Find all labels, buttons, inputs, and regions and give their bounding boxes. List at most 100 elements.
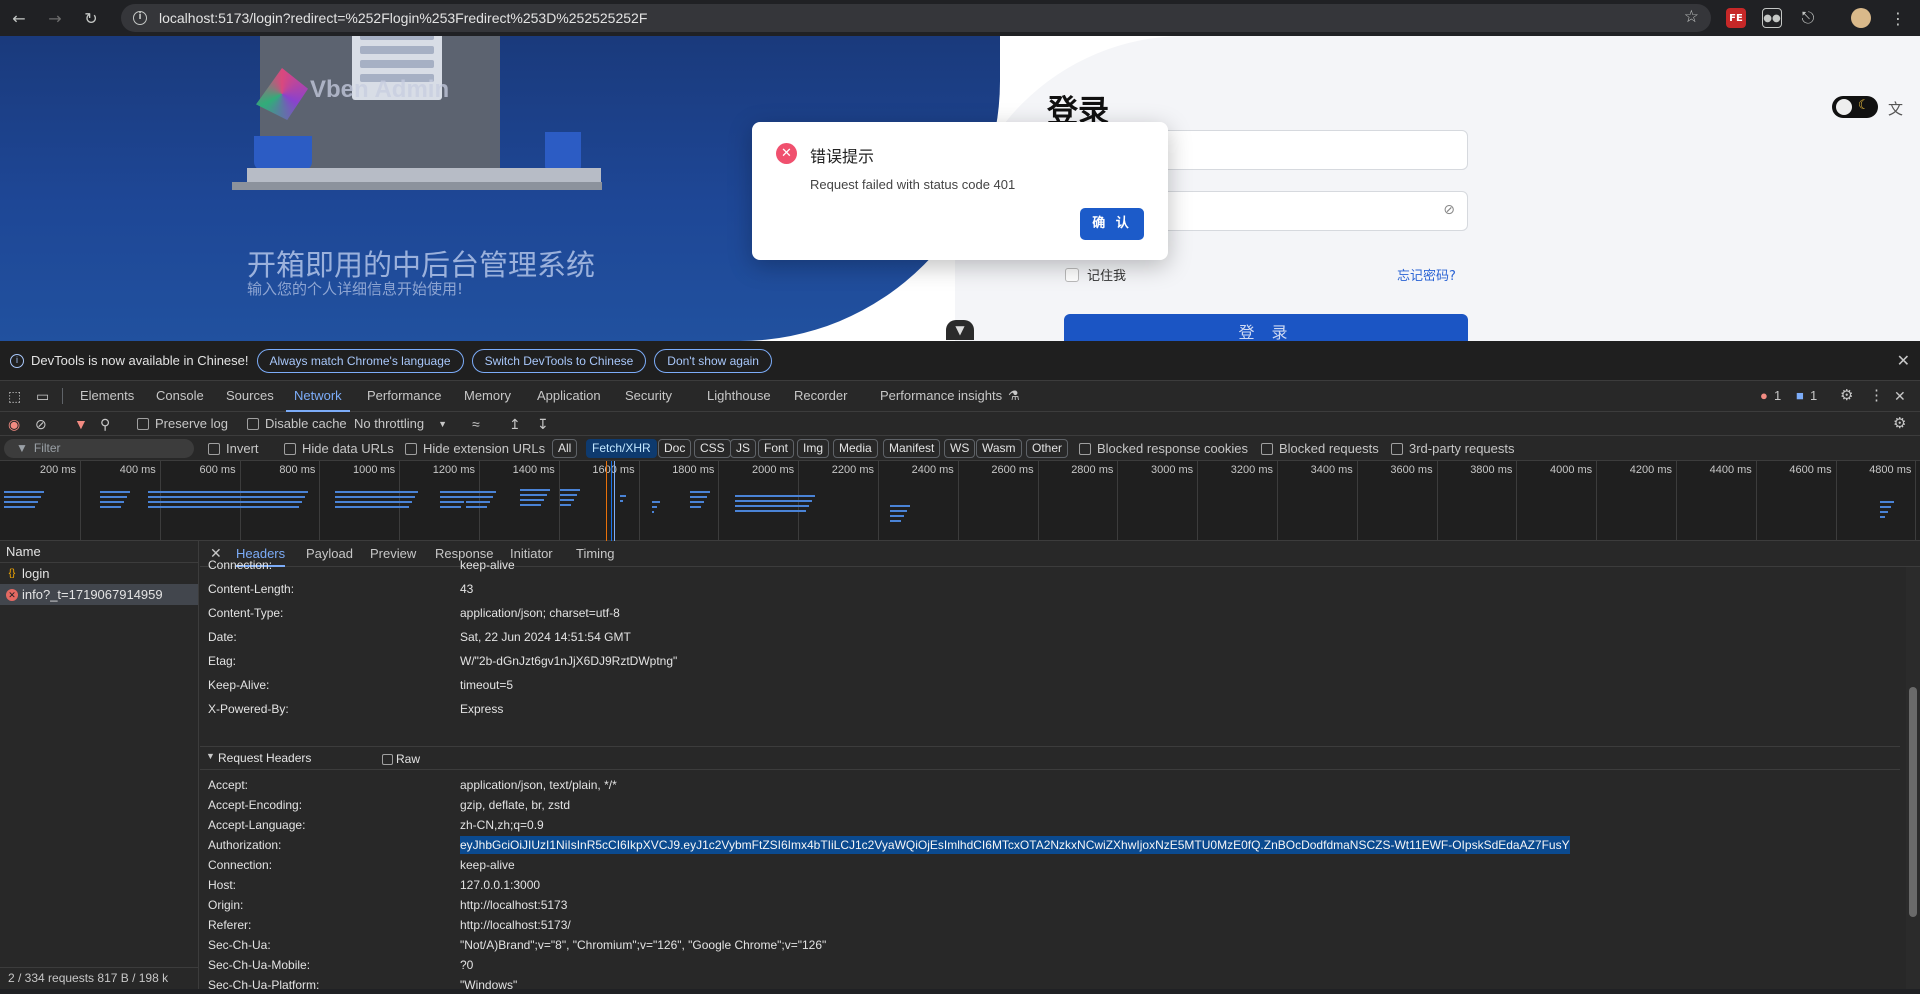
header-value[interactable]: 43 xyxy=(460,580,473,598)
clear-icon[interactable]: ⊘ xyxy=(35,412,47,436)
filter-all[interactable]: All xyxy=(552,439,578,458)
filter-wasm[interactable]: Wasm xyxy=(976,439,1022,458)
error-count[interactable]: 1 xyxy=(1774,381,1781,412)
tab-elements[interactable]: Elements xyxy=(80,381,134,412)
header-row[interactable]: Connection: keep-alive xyxy=(208,556,1908,574)
tab-performance-insights[interactable]: Performance insights xyxy=(880,381,1002,412)
header-row[interactable]: Date: Sat, 22 Jun 2024 14:51:54 GMT xyxy=(208,628,1908,646)
more-options-icon[interactable]: ⋮ xyxy=(1869,381,1884,412)
header-row[interactable]: Sec-Ch-Ua: "Not/A)Brand";v="8", "Chromium… xyxy=(208,936,1908,954)
message-count[interactable]: 1 xyxy=(1810,381,1817,412)
extension-icon[interactable]: ●● xyxy=(1762,8,1782,28)
download-icon[interactable]: ↧ xyxy=(537,412,549,436)
header-row[interactable]: Content-Type: application/json; charset=u… xyxy=(208,604,1908,622)
tab-recorder[interactable]: Recorder xyxy=(794,381,847,412)
reload-icon[interactable]: ↻ xyxy=(74,3,108,33)
request-row[interactable]: ✕ info?_t=1719067914959 xyxy=(0,584,198,605)
address-bar[interactable]: i localhost:5173/login?redirect=%252Flog… xyxy=(121,4,1711,32)
preserve-log-toggle[interactable]: Preserve log xyxy=(137,412,228,436)
url-text[interactable]: localhost:5173/login?redirect=%252Flogin… xyxy=(159,10,647,26)
scrollbar-thumb[interactable] xyxy=(1909,687,1917,917)
filter-media[interactable]: Media xyxy=(833,439,878,458)
header-value[interactable]: http://localhost:5173 xyxy=(460,896,567,914)
header-value[interactable]: keep-alive xyxy=(460,556,515,574)
header-row[interactable]: Accept: application/json, text/plain, */* xyxy=(208,776,1908,794)
filter-fetch-xhr[interactable]: Fetch/XHR xyxy=(586,439,657,458)
throttling-select[interactable]: No throttling ▼ xyxy=(354,412,447,436)
remember-me[interactable]: 记住我 xyxy=(1065,265,1126,284)
header-row[interactable]: Accept-Language: zh-CN,zh;q=0.9 xyxy=(208,816,1908,834)
tab-console[interactable]: Console xyxy=(156,381,204,412)
search-icon[interactable]: ⚲ xyxy=(100,412,110,436)
header-value[interactable]: http://localhost:5173/ xyxy=(460,916,571,934)
request-headers-section[interactable]: ▼ Request Headers Raw xyxy=(200,746,1900,770)
forward-icon[interactable]: → xyxy=(38,3,72,33)
header-row[interactable]: Authorization: eyJhbGciOiJIUzI1NiIsInR5cC… xyxy=(208,836,1908,854)
header-value[interactable]: ?0 xyxy=(460,956,473,974)
filter-manifest[interactable]: Manifest xyxy=(883,439,941,458)
name-column-header[interactable]: Name xyxy=(0,541,198,563)
language-icon[interactable]: 文 xyxy=(1888,98,1903,119)
extensions-puzzle-icon[interactable]: ⎋ xyxy=(1798,8,1818,28)
hide-extension-urls-toggle[interactable]: Hide extension URLs xyxy=(405,437,545,461)
back-icon[interactable]: ← xyxy=(2,3,36,33)
header-value[interactable]: application/json, text/plain, */* xyxy=(460,776,617,794)
tab-lighthouse[interactable]: Lighthouse xyxy=(707,381,771,412)
remember-checkbox[interactable] xyxy=(1065,267,1079,282)
header-value[interactable]: gzip, deflate, br, zstd xyxy=(460,796,570,814)
header-row[interactable]: Etag: W/"2b-dGnJzt6gv1nJjX6DJ9RztDWptng" xyxy=(208,652,1908,670)
switch-to-chinese-button[interactable]: Switch DevTools to Chinese xyxy=(471,348,647,373)
network-overview-timeline[interactable]: 200 ms 400 ms 600 ms 800 ms 1000 ms 1200 ms 14… xyxy=(0,461,1920,541)
filter-ws[interactable]: WS xyxy=(944,439,976,458)
request-row[interactable]: {} login xyxy=(0,563,198,584)
filter-font[interactable]: Font xyxy=(758,439,795,458)
device-toolbar-icon[interactable]: ▭ xyxy=(36,381,49,412)
chevron-down-icon[interactable]: ▼ xyxy=(946,320,974,340)
header-row[interactable]: Content-Length: 43 xyxy=(208,580,1908,598)
header-row[interactable]: Keep-Alive: timeout=5 xyxy=(208,676,1908,694)
filter-other[interactable]: Other xyxy=(1026,439,1069,458)
close-icon[interactable]: ✕ xyxy=(1897,351,1910,371)
header-row[interactable]: X-Powered-By: Express xyxy=(208,700,1908,718)
dont-show-again-button[interactable]: Don't show again xyxy=(654,348,772,373)
header-value[interactable]: application/json; charset=utf-8 xyxy=(460,604,620,622)
header-value[interactable]: W/"2b-dGnJzt6gv1nJjX6DJ9RztDWptng" xyxy=(460,652,677,670)
record-icon[interactable]: ◉ xyxy=(8,412,20,436)
header-row[interactable]: Connection: keep-alive xyxy=(208,856,1908,874)
error-count-icon[interactable]: ● xyxy=(1760,381,1768,412)
collapse-triangle-icon[interactable]: ▼ xyxy=(206,751,215,761)
message-count-icon[interactable]: ■ xyxy=(1796,381,1804,412)
always-match-language-button[interactable]: Always match Chrome's language xyxy=(256,348,464,373)
login-button[interactable]: 登 录 xyxy=(1064,314,1468,341)
header-value[interactable]: timeout=5 xyxy=(460,676,513,694)
filter-img[interactable]: Img xyxy=(797,439,830,458)
disable-cache-toggle[interactable]: Disable cache xyxy=(247,412,347,436)
profile-avatar[interactable] xyxy=(1851,8,1871,28)
header-value[interactable]: 127.0.0.1:3000 xyxy=(460,876,540,894)
confirm-button[interactable]: 确 认 xyxy=(1080,208,1144,240)
forgot-password-link[interactable]: 忘记密码? xyxy=(1397,265,1456,284)
header-row[interactable]: Sec-Ch-Ua-Mobile: ?0 xyxy=(208,956,1908,974)
close-devtools-icon[interactable]: ✕ xyxy=(1894,381,1906,412)
blocked-requests-toggle[interactable]: Blocked requests xyxy=(1261,437,1379,461)
header-value[interactable]: eyJhbGciOiJIUzI1NiIsInR5cCI6IkpXVCJ9.eyJ… xyxy=(460,836,1570,854)
header-value[interactable]: Sat, 22 Jun 2024 14:51:54 GMT xyxy=(460,628,631,646)
bookmark-star-icon[interactable]: ☆ xyxy=(1684,7,1699,27)
tab-memory[interactable]: Memory xyxy=(464,381,511,412)
tab-sources[interactable]: Sources xyxy=(226,381,274,412)
third-party-toggle[interactable]: 3rd-party requests xyxy=(1391,437,1515,461)
header-value[interactable]: keep-alive xyxy=(460,856,515,874)
tab-network[interactable]: Network xyxy=(286,381,350,412)
filter-icon[interactable]: ▼ xyxy=(74,412,88,436)
tab-security[interactable]: Security xyxy=(625,381,672,412)
filter-js[interactable]: JS xyxy=(730,439,757,458)
eye-off-icon[interactable]: ⊘ xyxy=(1443,202,1455,218)
header-row[interactable]: Accept-Encoding: gzip, deflate, br, zstd xyxy=(208,796,1908,814)
upload-icon[interactable]: ↥ xyxy=(509,412,521,436)
wifi-icon[interactable]: ≈ xyxy=(472,412,480,436)
inspect-element-icon[interactable]: ⬚ xyxy=(8,381,21,412)
chrome-menu-icon[interactable]: ⋮ xyxy=(1888,8,1908,28)
invert-toggle[interactable]: Invert xyxy=(208,437,259,461)
extension-fe-icon[interactable]: FE xyxy=(1726,8,1746,28)
settings-gear-icon[interactable]: ⚙ xyxy=(1840,381,1853,412)
